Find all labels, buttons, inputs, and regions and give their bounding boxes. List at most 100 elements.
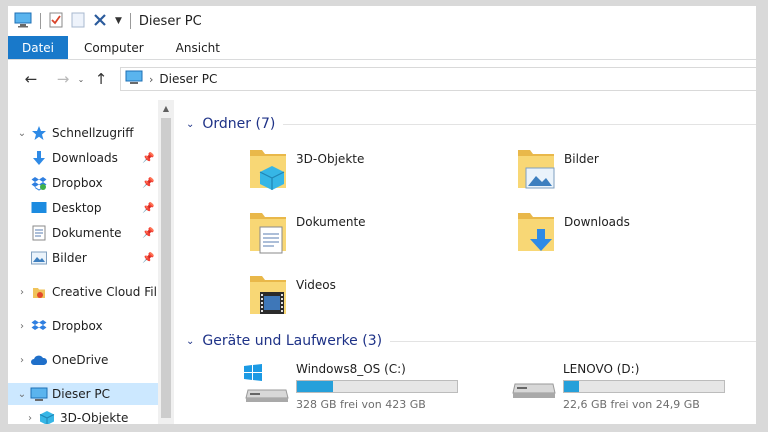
dropbox-icon (30, 318, 48, 334)
folder-tile-videos[interactable]: Videos (246, 270, 336, 318)
pin-icon[interactable]: 📌 (142, 253, 154, 264)
sidebar-item-creative-cloud[interactable]: › Creative Cloud Fil (8, 281, 158, 303)
folder-tile-documents[interactable]: Dokumente (246, 207, 366, 255)
computer-icon (30, 386, 48, 402)
collapsed-chevron-icon[interactable]: › (14, 321, 30, 332)
collapsed-chevron-icon[interactable]: › (14, 287, 30, 298)
address-bar[interactable]: › Dieser PC (120, 67, 756, 91)
expanded-chevron-icon[interactable]: ⌄ (14, 128, 30, 139)
folder-tile-pictures[interactable]: Bilder (514, 144, 599, 192)
sidebar-item-dropbox-root[interactable]: › Dropbox (8, 315, 158, 337)
drive-usage-bar (296, 380, 458, 393)
drive-info: Windows8_OS (C:) 328 GB frei von 423 GB (296, 360, 458, 411)
toolbar-divider (129, 13, 131, 29)
expanded-chevron-icon[interactable]: ⌄ (14, 389, 30, 400)
sidebar-item-label: OneDrive (52, 353, 109, 367)
pictures-folder-icon (514, 144, 558, 192)
collapsed-chevron-icon[interactable]: › (22, 413, 38, 424)
windows-drive-icon (242, 360, 292, 404)
tab-datei[interactable]: Datei (8, 36, 69, 59)
folder-label: Downloads (564, 215, 630, 229)
drive-info: LENOVO (D:) 22,6 GB frei von 24,9 GB (563, 360, 725, 411)
window-title: Dieser PC (138, 13, 202, 29)
breadcrumb-separator-icon[interactable]: › (149, 73, 153, 86)
creative-cloud-icon (30, 284, 48, 300)
computer-icon (125, 70, 143, 88)
sidebar-item-label: Creative Cloud Fil (52, 285, 157, 299)
drive-usage-fill (564, 381, 579, 392)
onedrive-icon (30, 352, 48, 368)
group-divider (283, 123, 756, 125)
desktop-icon (30, 200, 48, 216)
star-icon (30, 125, 48, 141)
pin-icon[interactable]: 📌 (142, 153, 154, 164)
3d-objects-folder-icon (246, 144, 290, 192)
sidebar-item-documents[interactable]: Dokumente 📌 (8, 222, 158, 244)
sidebar-item-quick-access[interactable]: ⌄ Schnellzugriff (8, 122, 158, 144)
up-arrow-icon[interactable]: ↑ (90, 68, 112, 90)
sidebar-item-onedrive[interactable]: › OneDrive (8, 349, 158, 371)
folder-tile-downloads[interactable]: Downloads (514, 207, 630, 255)
sidebar-item-this-pc[interactable]: ⌄ Dieser PC (8, 383, 158, 405)
download-arrow-icon (30, 150, 48, 166)
computer-icon[interactable] (14, 12, 32, 31)
sidebar-item-label: 3D-Objekte (60, 411, 129, 424)
properties-icon[interactable] (49, 12, 63, 31)
group-header-drives[interactable]: ⌄ Geräte und Laufwerke (3) (186, 330, 756, 352)
pictures-icon (30, 250, 48, 266)
scrollbar-thumb[interactable] (161, 118, 171, 418)
sidebar-item-label: Dokumente (52, 226, 122, 240)
videos-folder-icon (246, 270, 290, 318)
new-folder-icon[interactable] (71, 12, 85, 31)
ribbon-tabs: Datei Computer Ansicht (8, 36, 756, 60)
sidebar-item-dropbox[interactable]: Dropbox 📌 (8, 172, 158, 194)
back-arrow-icon[interactable]: ← (20, 68, 42, 90)
downloads-folder-icon (514, 207, 558, 255)
sidebar-item-label: Bilder (52, 251, 87, 265)
folder-tile-3d-objects[interactable]: 3D-Objekte (246, 144, 364, 192)
documents-icon (30, 225, 48, 241)
folder-label: Videos (296, 278, 336, 292)
title-bar: ▼ Dieser PC (8, 6, 756, 36)
delete-icon[interactable] (93, 13, 107, 30)
navigation-pane: ⌄ Schnellzugriff Downloads 📌 Dropbox 📌 D… (8, 100, 174, 424)
sidebar-item-label: Desktop (52, 201, 102, 215)
pin-icon[interactable]: 📌 (142, 178, 154, 189)
collapse-chevron-icon[interactable]: ⌄ (186, 119, 194, 130)
recent-locations-chevron-icon[interactable]: ⌄ (74, 68, 88, 90)
dropbox-icon (30, 175, 48, 191)
forward-arrow-icon[interactable]: → (52, 68, 74, 90)
scroll-up-arrow-icon[interactable]: ▲ (158, 100, 174, 116)
documents-folder-icon (246, 207, 290, 255)
pin-icon[interactable]: 📌 (142, 228, 154, 239)
sidebar-item-pictures[interactable]: Bilder 📌 (8, 247, 158, 269)
collapse-chevron-icon[interactable]: ⌄ (186, 336, 194, 347)
collapsed-chevron-icon[interactable]: › (14, 355, 30, 366)
folder-label: Dokumente (296, 215, 366, 229)
drive-name: Windows8_OS (C:) (296, 362, 406, 376)
hard-drive-icon (509, 360, 559, 404)
nav-pane-scrollbar[interactable]: ▲ (158, 100, 174, 424)
sidebar-item-3d-objects[interactable]: › 3D-Objekte (8, 407, 158, 424)
sidebar-item-label: Dropbox (52, 176, 103, 190)
sidebar-item-downloads[interactable]: Downloads 📌 (8, 147, 158, 169)
sidebar-item-desktop[interactable]: Desktop 📌 (8, 197, 158, 219)
explorer-window: ▼ Dieser PC Datei Computer Ansicht ← → ⌄… (8, 6, 756, 424)
folder-label: 3D-Objekte (296, 152, 365, 166)
tab-ansicht[interactable]: Ansicht (160, 36, 236, 59)
drive-name: LENOVO (D:) (563, 362, 640, 376)
customize-toolbar-chevron-icon[interactable]: ▼ (115, 16, 122, 26)
group-header-label: Ordner (7) (202, 116, 276, 132)
3d-objects-icon (38, 410, 56, 424)
drive-usage-bar (563, 380, 725, 393)
navigation-bar: ← → ⌄ ↑ › Dieser PC (8, 64, 756, 94)
sidebar-item-label: Dropbox (52, 319, 103, 333)
group-header-folders[interactable]: ⌄ Ordner (7) (186, 113, 756, 135)
breadcrumb-dieser-pc[interactable]: Dieser PC (159, 72, 217, 86)
drive-tile-c[interactable]: Windows8_OS (C:) 328 GB frei von 423 GB (242, 360, 458, 411)
pin-icon[interactable]: 📌 (142, 203, 154, 214)
tab-computer[interactable]: Computer (68, 36, 160, 59)
group-divider (390, 340, 756, 342)
sidebar-item-label: Schnellzugriff (52, 126, 134, 140)
drive-tile-d[interactable]: LENOVO (D:) 22,6 GB frei von 24,9 GB (509, 360, 725, 411)
